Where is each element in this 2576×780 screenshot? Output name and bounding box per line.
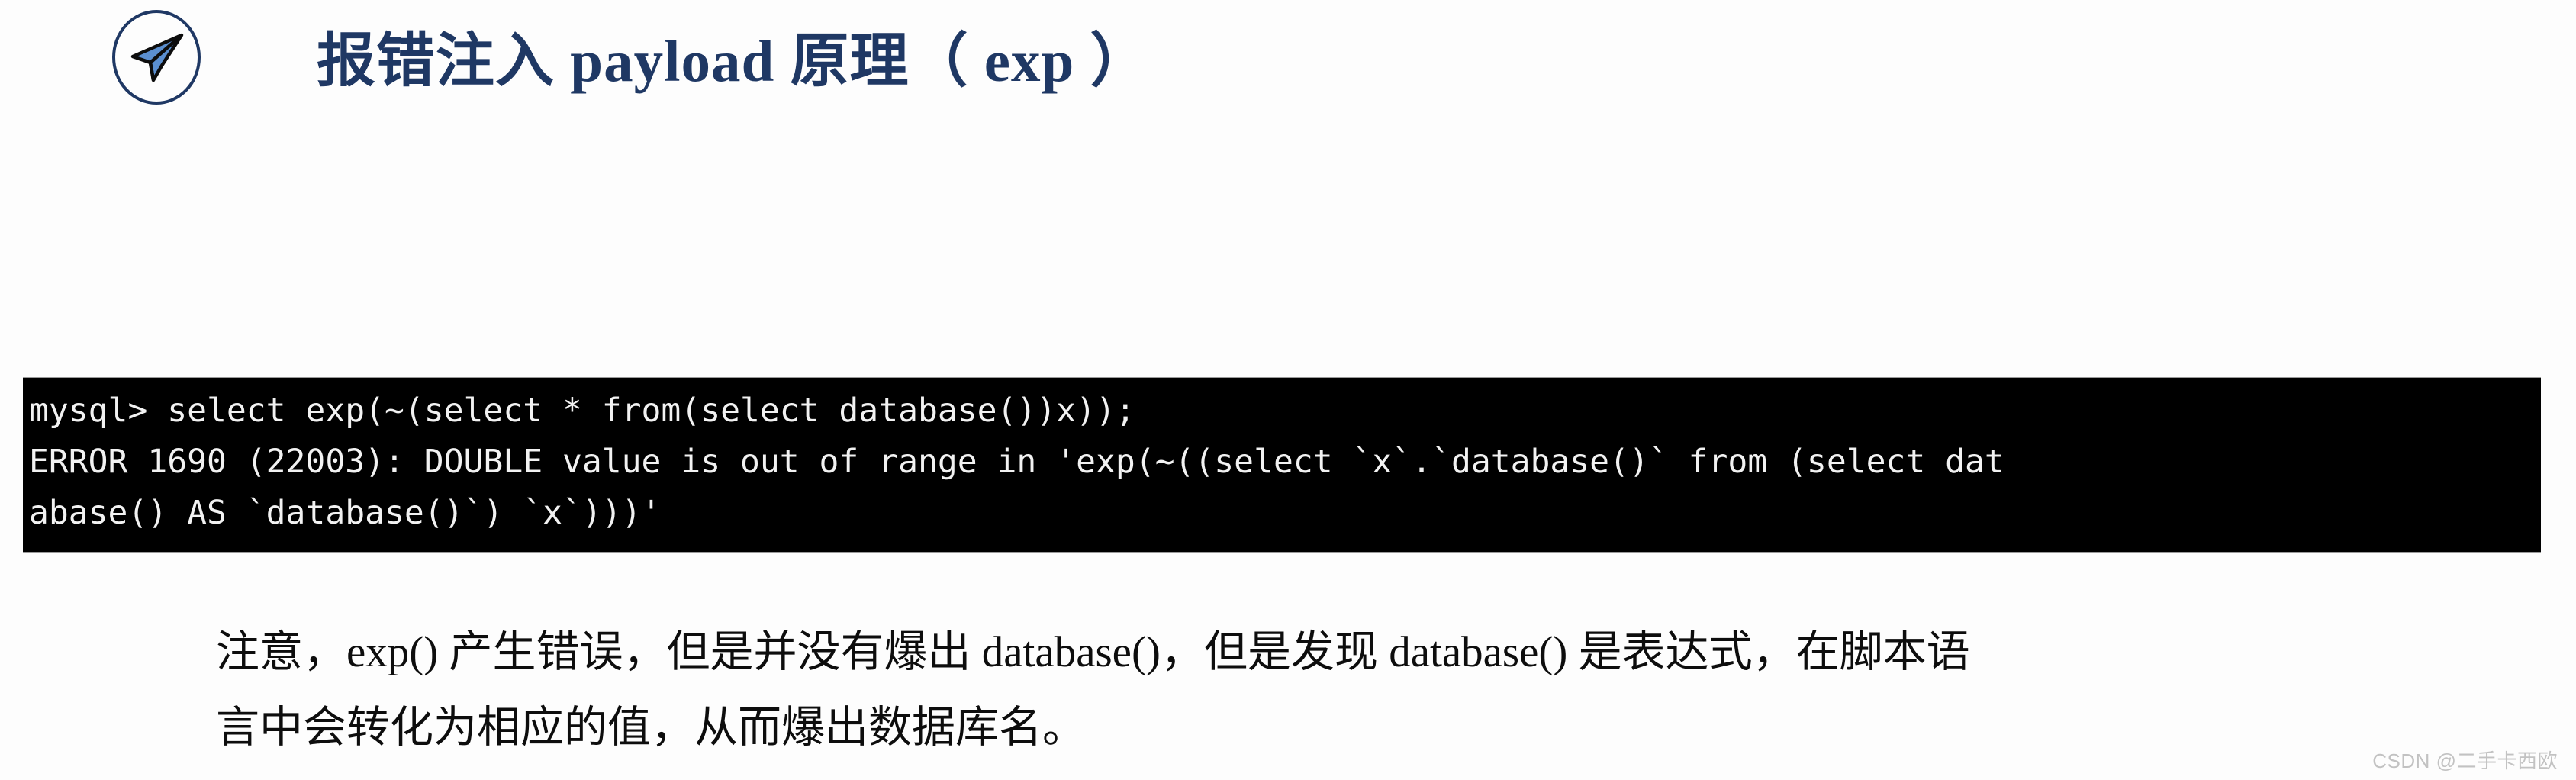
paper-plane-icon (105, 6, 208, 108)
terminal-output-block: mysql> select exp(~(select * from(select… (23, 378, 2541, 552)
note-line: 言中会转化为相应的值，从而爆出数据库名。 (216, 704, 1086, 752)
note-line: 注意，exp() 产生错误，但是并没有爆出 database()，但是发现 da… (216, 628, 1970, 676)
csdn-watermark: CSDN @二手卡西欧 (2372, 749, 2558, 772)
explanation-note: 注意，exp() 产生错误，但是并没有爆出 database()，但是发现 da… (216, 614, 2429, 765)
terminal-line-command: mysql> select exp(~(select * from(select… (29, 392, 1135, 430)
page-title: 报错注入 payload 原理（ exp ） (317, 27, 1150, 94)
terminal-line-error-2: abase() AS `database()`) `x`)))' (29, 494, 662, 532)
terminal-line-error-1: ERROR 1690 (22003): DOUBLE value is out … (29, 443, 2004, 481)
slide-header: 报错注入 payload 原理（ exp ） (0, 0, 2576, 122)
